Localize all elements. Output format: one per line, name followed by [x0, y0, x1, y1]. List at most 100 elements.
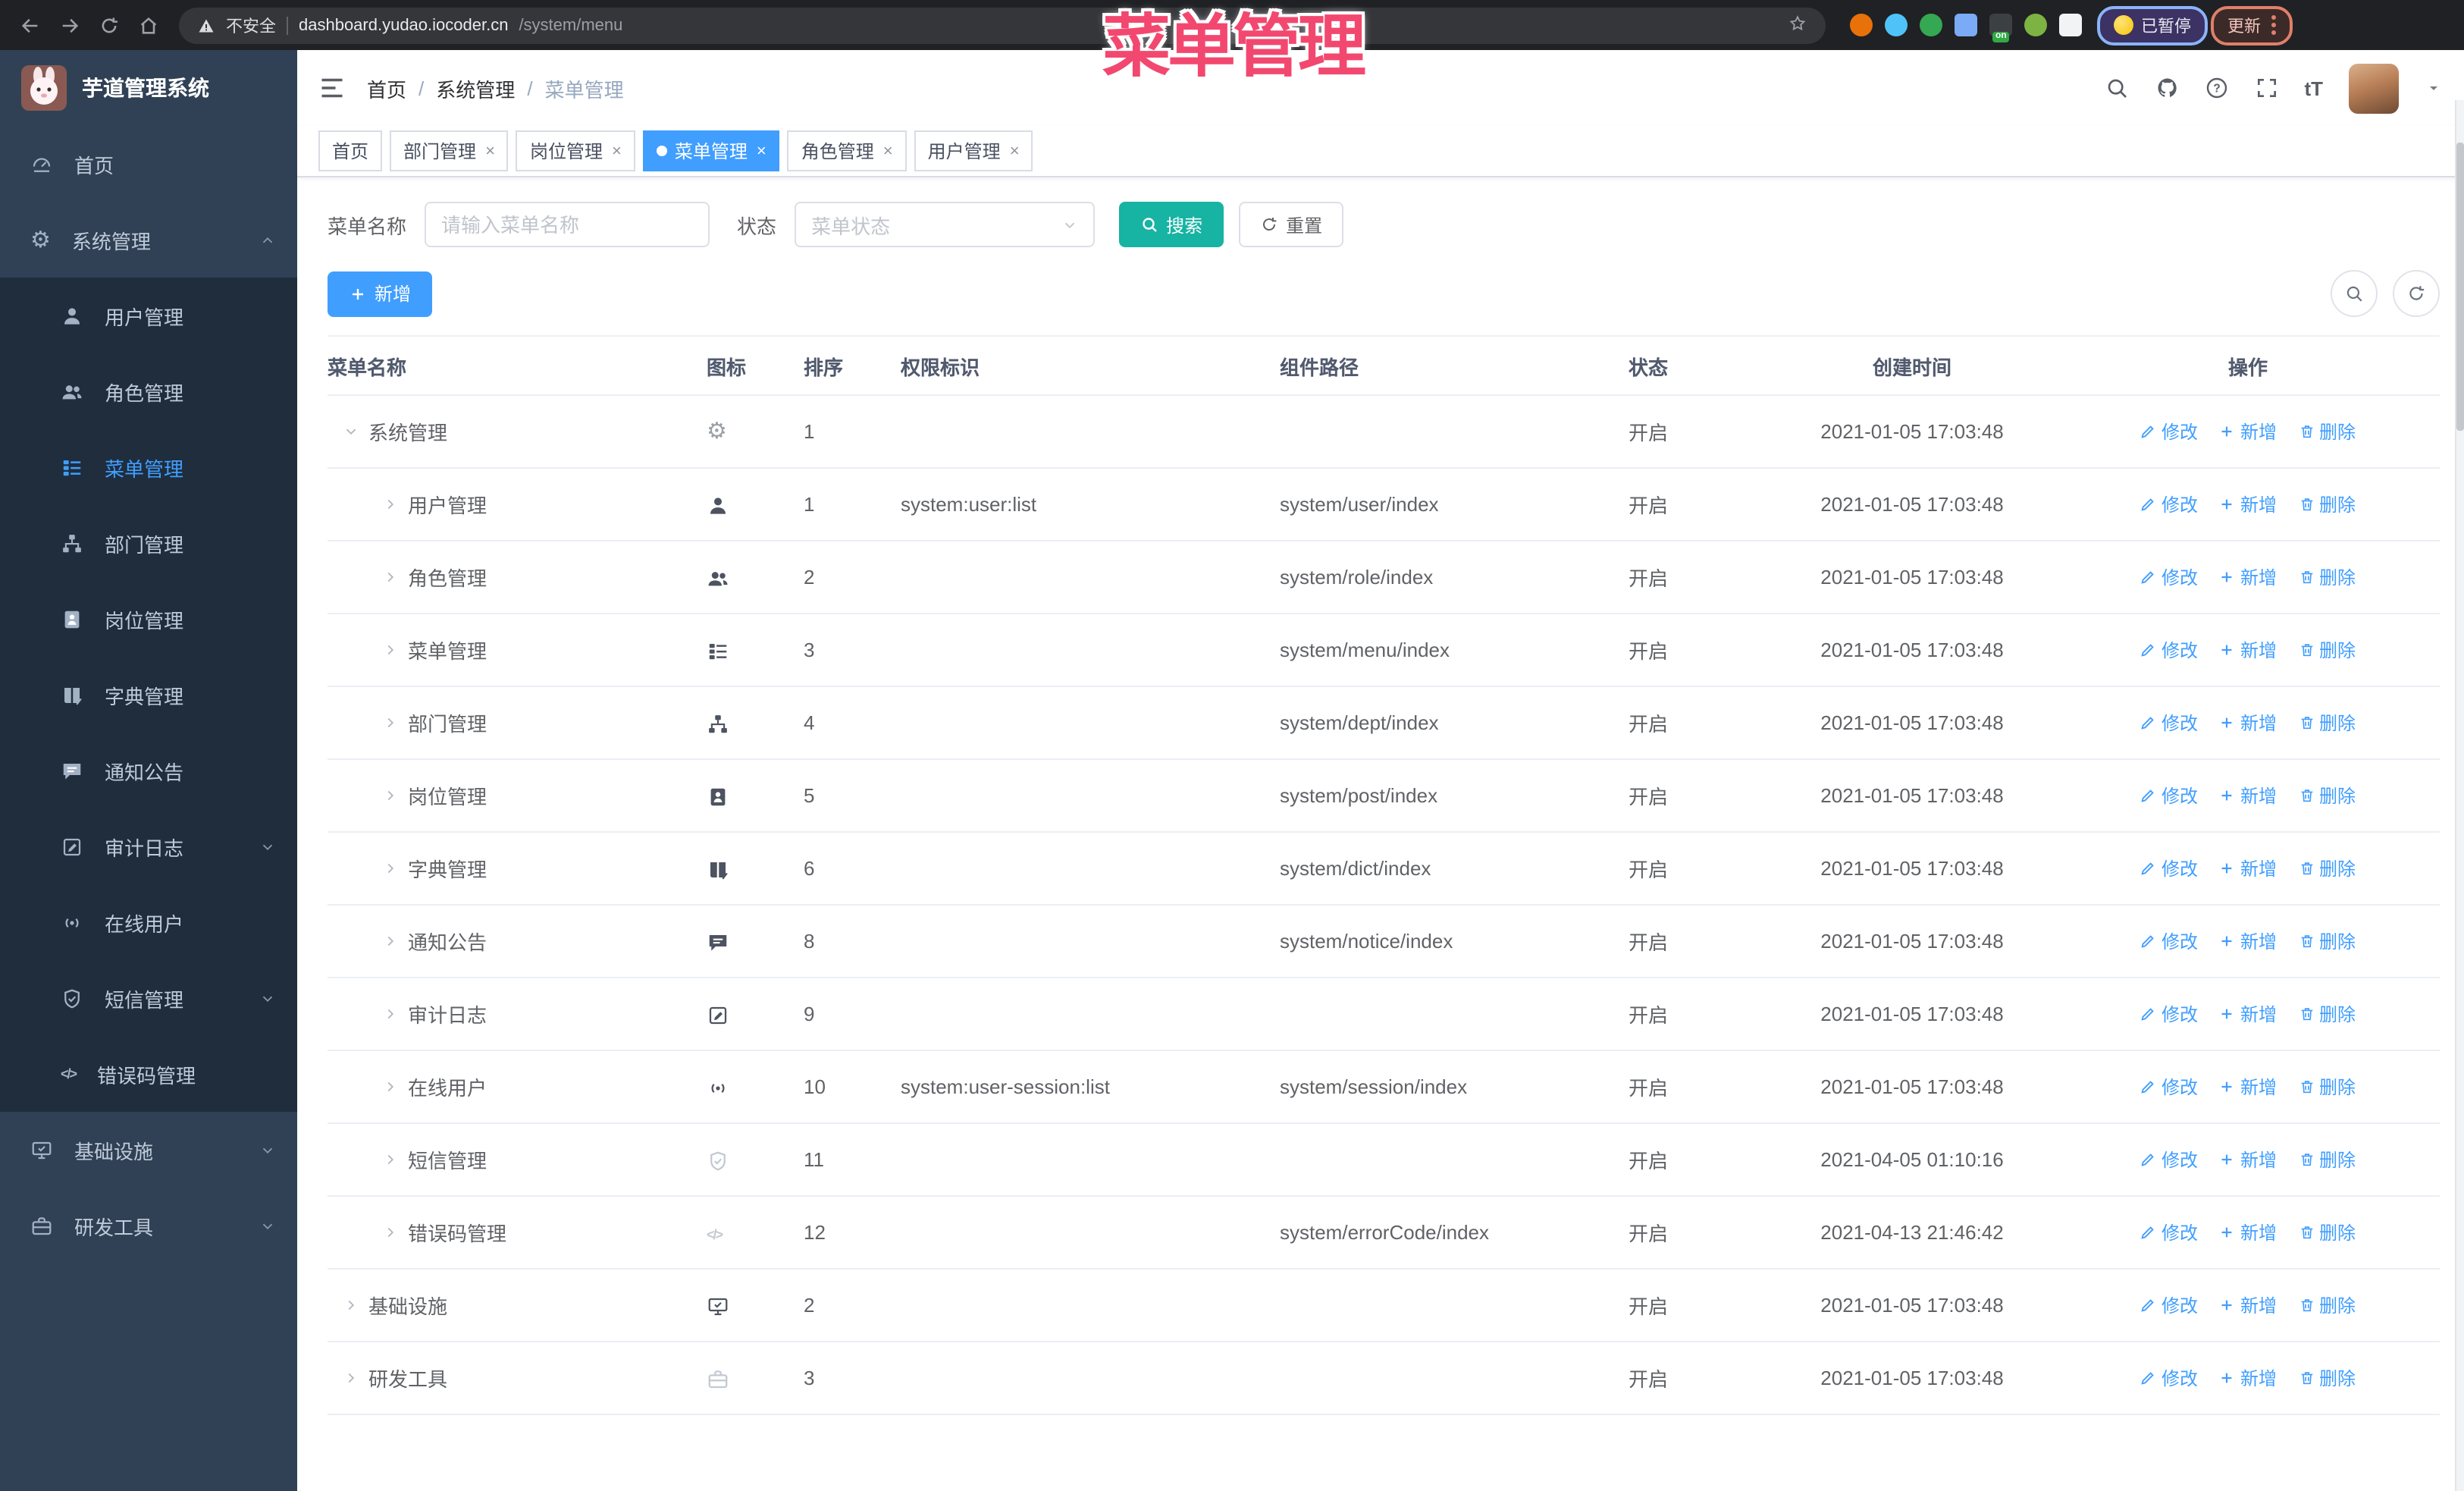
fullscreen-icon[interactable]	[2254, 76, 2278, 100]
extension-icon[interactable]: on	[1989, 14, 2012, 42]
breadcrumb-system[interactable]: 系统管理	[436, 74, 515, 102]
close-icon[interactable]: ×	[485, 142, 495, 160]
reset-button[interactable]: 重置	[1239, 202, 1344, 247]
table-row-dict[interactable]: 字典管理 6 system/dict/index 开启 2021-01-05 17:03…	[328, 832, 2440, 906]
table-row-sms[interactable]: 短信管理 11 开启 2021-04-05 01:10:16 修改 新增 删除	[328, 1123, 2440, 1197]
extension-icon[interactable]	[2024, 14, 2047, 36]
chevron-right-icon[interactable]	[382, 714, 399, 731]
home-icon[interactable]	[130, 7, 167, 43]
table-row-post[interactable]: 岗位管理 5 system/post/index 开启 2021-01-05 17:03…	[328, 759, 2440, 833]
delete-link[interactable]: 删除	[2298, 564, 2356, 590]
add-link[interactable]: 新增	[2219, 1147, 2277, 1172]
edit-link[interactable]: 修改	[2140, 1001, 2198, 1027]
sidebar-item-errorcode[interactable]: </> 错误码管理	[0, 1036, 297, 1112]
paused-chip[interactable]: 已暂停	[2097, 5, 2208, 45]
extension-icon[interactable]	[1955, 14, 1977, 36]
sidebar-item-notice[interactable]: 通知公告	[0, 733, 297, 808]
chevron-right-icon[interactable]	[382, 1006, 399, 1022]
chevron-right-icon[interactable]	[382, 933, 399, 950]
delete-link[interactable]: 删除	[2298, 1365, 2356, 1391]
table-row-online[interactable]: 在线用户 10 system:user-session:list system/ses…	[328, 1050, 2440, 1124]
delete-link[interactable]: 删除	[2298, 491, 2356, 517]
sidebar-item-user[interactable]: 用户管理	[0, 278, 297, 353]
chevron-right-icon[interactable]	[382, 860, 399, 877]
chevron-down-icon[interactable]	[343, 423, 359, 440]
menu-name-input[interactable]	[425, 202, 710, 247]
edit-link[interactable]: 修改	[2140, 637, 2198, 663]
add-link[interactable]: 新增	[2219, 1219, 2277, 1245]
chevron-right-icon[interactable]	[343, 1297, 359, 1314]
sidebar-item-role[interactable]: 角色管理	[0, 353, 297, 429]
bookmark-star-icon[interactable]	[1788, 13, 1807, 37]
tab-user[interactable]: 用户管理 ×	[914, 130, 1033, 171]
table-row-menu[interactable]: 菜单管理 3 system/menu/index 开启 2021-01-05 17:03…	[328, 614, 2440, 687]
add-button[interactable]: 新增	[328, 271, 433, 316]
add-link[interactable]: 新增	[2219, 1292, 2277, 1318]
tab-post[interactable]: 岗位管理 ×	[516, 130, 635, 171]
scrollbar-thumb[interactable]	[2456, 143, 2464, 431]
extension-icon[interactable]	[2059, 14, 2082, 36]
table-row-auditlog[interactable]: 审计日志 9 开启 2021-01-05 17:03:48 修改 新增 删除	[328, 978, 2440, 1051]
sidebar-item-home[interactable]: 首页	[0, 126, 297, 202]
delete-link[interactable]: 删除	[2298, 1001, 2356, 1027]
delete-link[interactable]: 删除	[2298, 855, 2356, 881]
chevron-right-icon[interactable]	[382, 1078, 399, 1095]
add-link[interactable]: 新增	[2219, 491, 2277, 517]
chevron-down-icon[interactable]	[2425, 79, 2443, 97]
extension-icon[interactable]	[1885, 14, 1908, 36]
reload-icon[interactable]	[91, 7, 127, 43]
breadcrumb-home[interactable]: 首页	[367, 74, 406, 102]
table-row-role[interactable]: 角色管理 2 system/role/index 开启 2021-01-05 17:03…	[328, 541, 2440, 614]
chevron-right-icon[interactable]	[382, 496, 399, 513]
add-link[interactable]: 新增	[2219, 1001, 2277, 1027]
edit-link[interactable]: 修改	[2140, 1147, 2198, 1172]
close-icon[interactable]: ×	[1010, 142, 1020, 160]
delete-link[interactable]: 删除	[2298, 928, 2356, 954]
edit-link[interactable]: 修改	[2140, 564, 2198, 590]
sidebar-item-dept[interactable]: 部门管理	[0, 505, 297, 581]
table-row-user[interactable]: 用户管理 1 system:user:list system/user/index 开启…	[328, 468, 2440, 541]
add-link[interactable]: 新增	[2219, 783, 2277, 808]
table-row-infra[interactable]: 基础设施 2 开启 2021-01-05 17:03:48 修改 新增 删除	[328, 1269, 2440, 1342]
back-icon[interactable]	[12, 7, 49, 43]
refresh-table-button[interactable]	[2393, 270, 2440, 317]
delete-link[interactable]: 删除	[2298, 1219, 2356, 1245]
sidebar-item-infra[interactable]: 基础设施	[0, 1112, 297, 1188]
sidebar-item-sms[interactable]: 短信管理	[0, 960, 297, 1036]
table-row-dept[interactable]: 部门管理 4 system/dept/index 开启 2021-01-05 17:03…	[328, 686, 2440, 760]
tab-role[interactable]: 角色管理 ×	[787, 130, 907, 171]
add-link[interactable]: 新增	[2219, 855, 2277, 881]
chevron-right-icon[interactable]	[343, 1370, 359, 1386]
close-icon[interactable]: ×	[757, 142, 766, 160]
browser-menu-icon[interactable]	[2271, 15, 2276, 35]
edit-link[interactable]: 修改	[2140, 710, 2198, 736]
tab-home[interactable]: 首页	[318, 130, 383, 171]
tab-menu[interactable]: 菜单管理 ×	[642, 130, 780, 171]
address-bar[interactable]: 不安全 dashboard.yudao.iocoder.cn/system/me…	[179, 7, 1826, 43]
search-button[interactable]: 搜索	[1119, 202, 1224, 247]
table-row-notice[interactable]: 通知公告 8 system/notice/index 开启 2021-01-05 17:…	[328, 905, 2440, 978]
sidebar-item-devtool[interactable]: 研发工具	[0, 1188, 297, 1263]
edit-link[interactable]: 修改	[2140, 855, 2198, 881]
table-row-devtool[interactable]: 研发工具 3 开启 2021-01-05 17:03:48 修改 新增 删除	[328, 1342, 2440, 1415]
add-link[interactable]: 新增	[2219, 564, 2277, 590]
delete-link[interactable]: 删除	[2298, 710, 2356, 736]
chevron-right-icon[interactable]	[382, 787, 399, 804]
edit-link[interactable]: 修改	[2140, 928, 2198, 954]
tab-dept[interactable]: 部门管理 ×	[390, 130, 509, 171]
edit-link[interactable]: 修改	[2140, 1074, 2198, 1100]
help-icon[interactable]: ?	[2204, 76, 2228, 100]
add-link[interactable]: 新增	[2219, 1365, 2277, 1391]
logo-row[interactable]: 芋道管理系统	[0, 50, 297, 126]
extension-icon[interactable]	[1920, 14, 1942, 36]
edit-link[interactable]: 修改	[2140, 491, 2198, 517]
sidebar-item-system[interactable]: ⚙ 系统管理	[0, 202, 297, 278]
add-link[interactable]: 新增	[2219, 1074, 2277, 1100]
edit-link[interactable]: 修改	[2140, 419, 2198, 444]
delete-link[interactable]: 删除	[2298, 637, 2356, 663]
add-link[interactable]: 新增	[2219, 710, 2277, 736]
sidebar-item-online[interactable]: 在线用户	[0, 884, 297, 960]
search-icon[interactable]	[2104, 76, 2128, 100]
extension-icon[interactable]	[1850, 14, 1873, 36]
delete-link[interactable]: 删除	[2298, 1147, 2356, 1172]
